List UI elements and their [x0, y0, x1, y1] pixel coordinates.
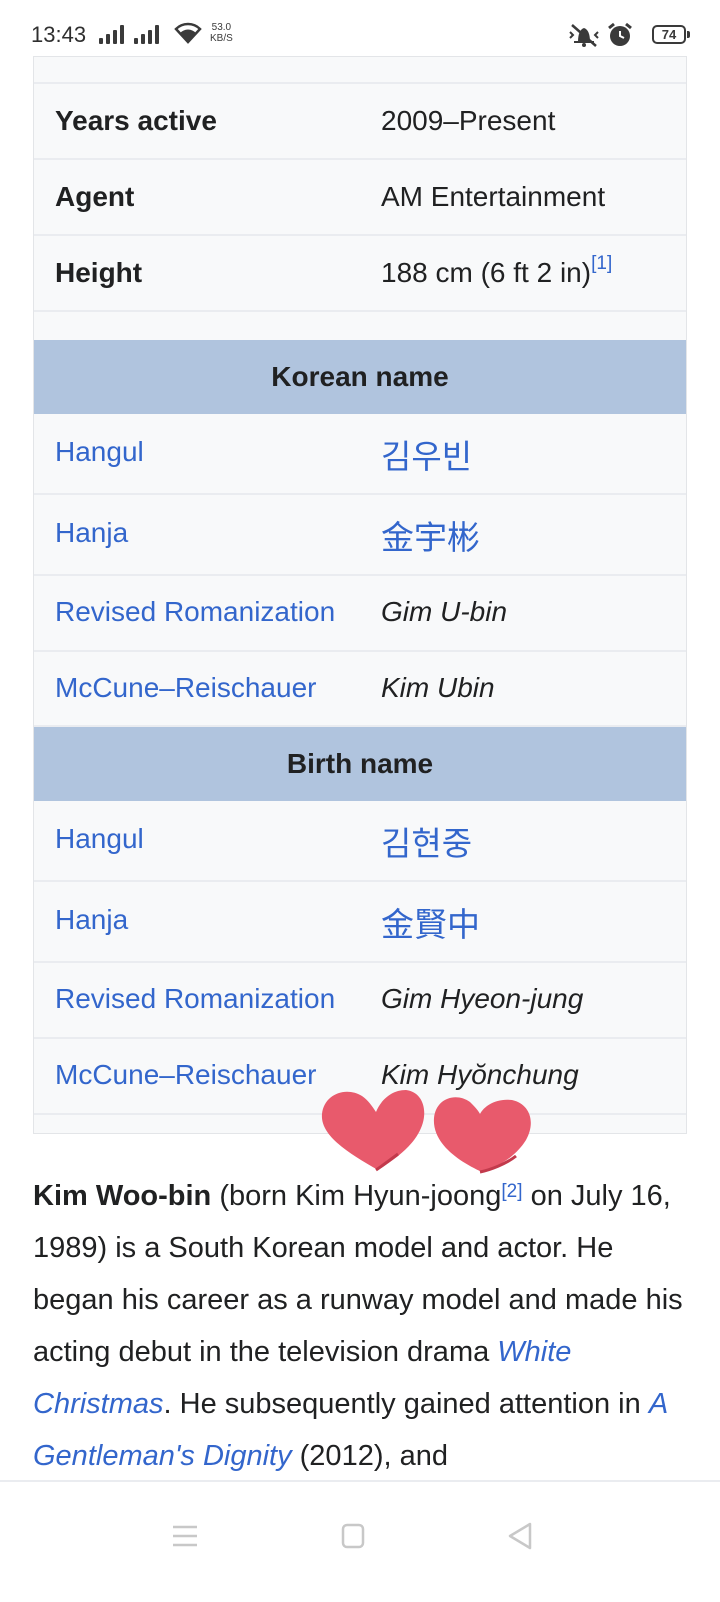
infobox-row-agent: Agent AM Entertainment	[34, 160, 686, 236]
speed-value: 53.0	[211, 22, 232, 33]
reference-link[interactable]: [1]	[591, 253, 612, 274]
hanja-link[interactable]: Hanja	[55, 904, 128, 936]
menu-icon[interactable]	[172, 1524, 198, 1548]
hanja-link[interactable]: Hanja	[55, 517, 128, 549]
home-square-icon[interactable]	[341, 1523, 365, 1549]
row-value: Gim Hyeon-jung	[381, 983, 584, 1014]
vibrate-off-icon	[569, 24, 599, 47]
infobox-row-mccune-reischauer: McCune–Reischauer Kim Ubin	[34, 652, 686, 727]
signal-icon	[134, 24, 159, 44]
row-value: AM Entertainment	[381, 181, 606, 212]
row-value: Kim Ubin	[381, 672, 495, 703]
article-subject-name: Kim Woo-bin	[33, 1180, 212, 1212]
article-text: (2012), and	[291, 1440, 448, 1472]
hangul-value-link[interactable]: 김현중	[381, 817, 472, 865]
row-value: Gim U-bin	[381, 596, 508, 627]
hangul-link[interactable]: Hangul	[55, 436, 144, 468]
mccune-reischauer-link[interactable]: McCune–Reischauer	[55, 1059, 316, 1091]
height-value: 188 cm (6 ft 2 in)	[381, 257, 592, 288]
section-header-birth-name: Birth name	[34, 727, 686, 801]
infobox-row-hangul: Hangul 김우빈	[34, 414, 686, 495]
infobox: Years active 2009–Present Agent AM Enter…	[33, 56, 687, 1134]
infobox-row-revised-romanization: Revised Romanization Gim Hyeon-jung	[34, 963, 686, 1039]
hanja-value-link[interactable]: 金宇彬	[381, 511, 480, 559]
hangul-value-link[interactable]: 김우빈	[381, 430, 472, 478]
alarm-icon	[608, 22, 632, 46]
hearts-sticker	[321, 1090, 531, 1174]
article-intro: Kim Woo-bin (born Kim Hyun-joong[2] on J…	[33, 1170, 693, 1482]
infobox-row-height: Height 188 cm (6 ft 2 in)[1]	[34, 236, 686, 312]
system-nav-bar	[0, 1480, 720, 1602]
wifi-icon	[174, 22, 202, 44]
row-label: Agent	[55, 181, 135, 212]
infobox-row-hanja: Hanja 金宇彬	[34, 495, 686, 576]
article-text: . He subsequently gained attention in	[163, 1388, 649, 1420]
hanja-value-link[interactable]: 金賢中	[381, 898, 480, 946]
row-value: 2009–Present	[381, 105, 556, 136]
infobox-row-revised-romanization: Revised Romanization Gim U-bin	[34, 576, 686, 652]
hangul-link[interactable]: Hangul	[55, 823, 144, 855]
battery-icon: 74	[652, 25, 690, 44]
revised-romanization-link[interactable]: Revised Romanization	[55, 596, 335, 628]
back-triangle-icon[interactable]	[507, 1522, 533, 1550]
status-time: 13:43	[31, 22, 87, 47]
row-value: 188 cm (6 ft 2 in)[1]	[381, 253, 612, 289]
mccune-reischauer-link[interactable]: McCune–Reischauer	[55, 672, 316, 704]
infobox-row-years-active: Years active 2009–Present	[34, 84, 686, 160]
infobox-row-hangul: Hangul 김현중	[34, 801, 686, 882]
revised-romanization-link[interactable]: Revised Romanization	[55, 983, 335, 1015]
row-label: Years active	[55, 105, 217, 136]
speed-unit: KB/S	[210, 33, 233, 44]
section-header-korean-name: Korean name	[34, 340, 686, 414]
infobox-row-hanja: Hanja 金賢中	[34, 882, 686, 963]
signal-icon	[99, 24, 124, 44]
row-label: Height	[55, 257, 143, 288]
article-text: (born Kim Hyun-joong	[211, 1180, 502, 1212]
reference-link[interactable]: [2]	[501, 1181, 522, 1202]
network-speed: 53.0 KB/S	[210, 22, 233, 44]
